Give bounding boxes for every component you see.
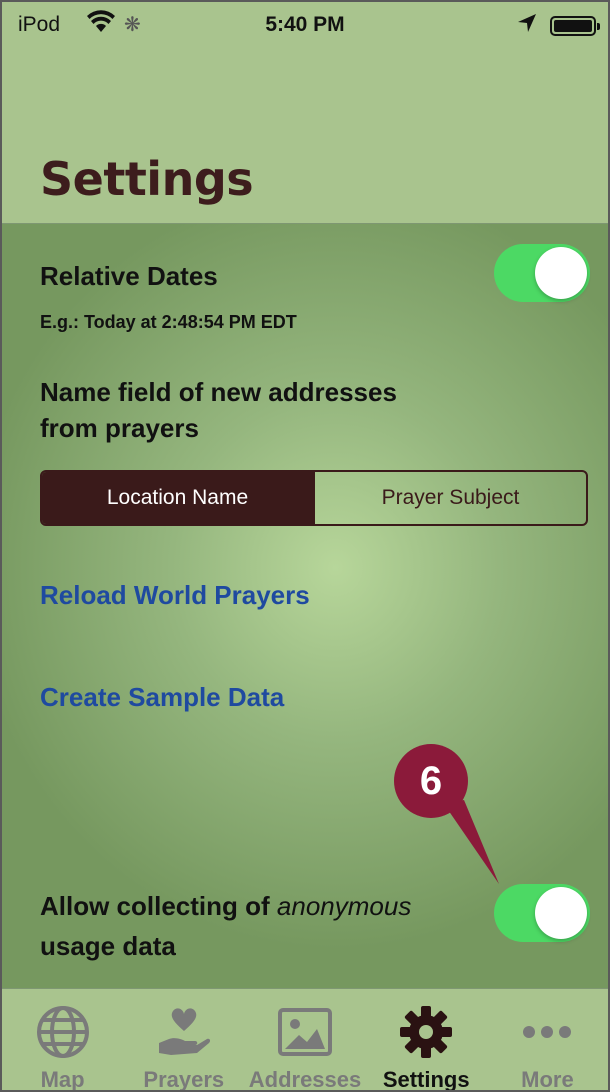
ellipsis-icon — [518, 1003, 576, 1061]
analytics-toggle[interactable] — [494, 884, 590, 942]
image-icon — [276, 1003, 334, 1061]
step-callout: 6 — [394, 744, 499, 884]
toggle-knob — [535, 247, 587, 299]
segment-location-name[interactable]: Location Name — [42, 472, 313, 524]
navigation-header: Settings — [2, 46, 608, 224]
tab-label: Prayers — [143, 1067, 225, 1092]
create-sample-data-link[interactable]: Create Sample Data — [40, 682, 284, 713]
relative-dates-example: E.g.: Today at 2:48:54 PM EDT — [40, 312, 297, 332]
tab-label: Addresses — [248, 1067, 362, 1092]
location-arrow-icon — [516, 12, 538, 40]
status-bar: iPod ❋ 5:40 PM — [2, 2, 608, 46]
analytics-label: Allow collecting of anonymous usage data — [40, 886, 411, 967]
tab-label: More — [521, 1067, 574, 1092]
gear-icon — [397, 1003, 455, 1061]
globe-icon — [34, 1003, 92, 1061]
analytics-label-prefix: Allow collecting of — [40, 891, 277, 921]
analytics-label-line2: usage data — [40, 931, 176, 962]
page-title: Settings — [40, 152, 254, 206]
analytics-label-emphasis: anonymous — [276, 891, 412, 921]
relative-dates-toggle[interactable] — [494, 244, 590, 302]
toggle-knob — [535, 887, 587, 939]
relative-dates-label: Relative Dates — [40, 261, 218, 291]
name-field-label: Name field of new addresses from prayers — [40, 374, 397, 447]
battery-icon — [550, 16, 600, 36]
tab-label: Map — [40, 1067, 85, 1092]
tab-map[interactable]: Map — [2, 989, 123, 1092]
tab-settings[interactable]: Settings — [366, 989, 487, 1092]
segment-prayer-subject[interactable]: Prayer Subject — [313, 472, 586, 524]
step-number-badge: 6 — [394, 744, 468, 818]
device-frame: iPod ❋ 5:40 PM Settings Relative Dates E… — [0, 0, 610, 1092]
name-field-label-line1: Name field of new addresses — [40, 377, 397, 407]
tab-bar: Map Prayers Addresses Settings More — [2, 988, 608, 1092]
name-field-segmented-control[interactable]: Location Name Prayer Subject — [40, 470, 588, 526]
heart-hand-icon — [155, 1003, 213, 1061]
tab-prayers[interactable]: Prayers — [123, 989, 244, 1092]
name-field-label-line2: from prayers — [40, 413, 199, 444]
tab-addresses[interactable]: Addresses — [244, 989, 365, 1092]
reload-world-prayers-link[interactable]: Reload World Prayers — [40, 580, 310, 611]
tab-label: Settings — [382, 1067, 470, 1092]
tab-more[interactable]: More — [487, 989, 608, 1092]
settings-content: Relative Dates E.g.: Today at 2:48:54 PM… — [2, 224, 608, 988]
